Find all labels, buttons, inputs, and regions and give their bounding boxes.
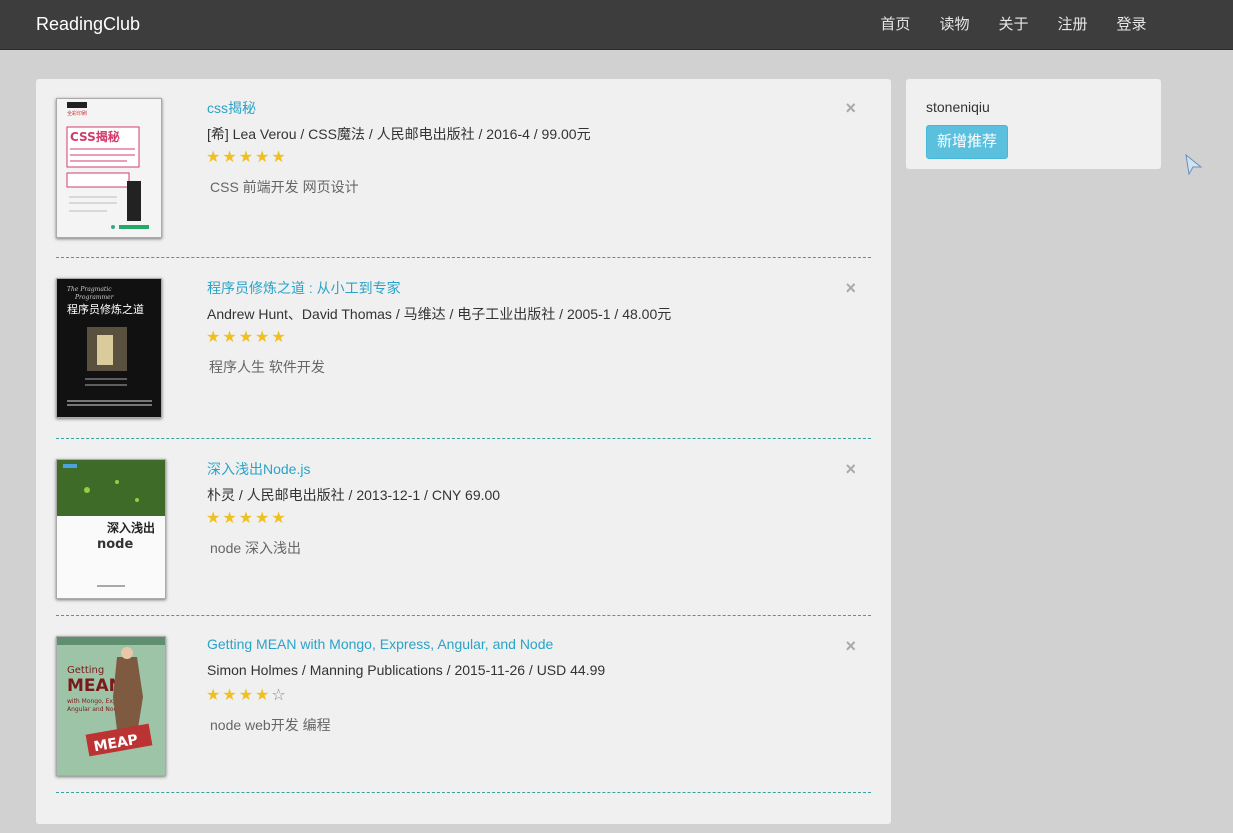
book-cover[interactable]: The Pragmatic Programmer 程序员修炼之道 bbox=[56, 278, 162, 418]
svg-text:Angular and Node: Angular and Node bbox=[67, 706, 121, 713]
book-meta: Simon Holmes / Manning Publications / 20… bbox=[207, 662, 606, 678]
remove-book-button[interactable]: × bbox=[845, 459, 856, 480]
cover-title-text: 程序员修炼之道 bbox=[67, 302, 144, 316]
book-tags: CSS 前端开发 网页设计 bbox=[210, 179, 359, 195]
add-recommendation-button[interactable]: 新增推荐 bbox=[926, 125, 1008, 159]
remove-book-button[interactable]: × bbox=[845, 278, 856, 299]
nav-links: 首页 读物 关于 注册 登录 bbox=[866, 0, 1161, 49]
book-title-link[interactable]: Getting MEAN with Mongo, Express, Angula… bbox=[207, 636, 553, 652]
remove-book-button[interactable]: × bbox=[845, 636, 856, 657]
svg-text:Getting: Getting bbox=[67, 665, 104, 676]
cover-title-text: CSS揭秘 bbox=[70, 129, 120, 144]
nav-register[interactable]: 注册 bbox=[1043, 0, 1102, 49]
remove-book-button[interactable]: × bbox=[845, 98, 856, 119]
rating-stars: ★★★★★ bbox=[206, 510, 288, 527]
book-title-link[interactable]: 程序员修炼之道 : 从小工到专家 bbox=[207, 278, 401, 298]
nav-books[interactable]: 读物 bbox=[925, 0, 984, 49]
book-tags: 程序人生 软件开发 bbox=[209, 359, 325, 375]
book-title-link[interactable]: 深入浅出Node.js bbox=[207, 459, 310, 479]
empty-star: ☆ bbox=[271, 687, 288, 704]
book-tags: node 深入浅出 bbox=[210, 540, 302, 556]
book-meta: Andrew Hunt、David Thomas / 马维达 / 电子工业出版社… bbox=[207, 306, 672, 322]
rating-stars: ★★★★★ bbox=[206, 329, 288, 346]
book-cover[interactable]: 深入浅出 node bbox=[56, 459, 166, 599]
cover-title-text: 深入浅出 bbox=[107, 520, 155, 535]
book-list-panel: 全彩印刷 CSS揭秘 css揭秘 [希] Lea Verou / CSS魔法 /… bbox=[36, 79, 891, 824]
book-cover[interactable]: 全彩印刷 CSS揭秘 bbox=[56, 98, 162, 238]
brand-logo[interactable]: ReadingClub bbox=[36, 14, 140, 35]
svg-text:全彩印刷: 全彩印刷 bbox=[67, 110, 87, 117]
navbar: ReadingClub 首页 读物 关于 注册 登录 bbox=[0, 0, 1233, 50]
svg-text:node: node bbox=[97, 537, 133, 552]
svg-text:The Pragmatic: The Pragmatic bbox=[67, 286, 112, 293]
nav-login[interactable]: 登录 bbox=[1102, 0, 1161, 49]
mouse-cursor-icon bbox=[1185, 153, 1203, 181]
rating-stars: ★★★★★ bbox=[206, 149, 288, 166]
divider bbox=[56, 438, 871, 439]
book-tags: node web开发 编程 bbox=[210, 717, 331, 733]
book-title-link[interactable]: css揭秘 bbox=[207, 98, 256, 118]
nav-home[interactable]: 首页 bbox=[866, 0, 925, 49]
user-sidebar: stoneniqiu 新增推荐 bbox=[906, 79, 1161, 169]
book-meta: [希] Lea Verou / CSS魔法 / 人民邮电出版社 / 2016-4… bbox=[207, 126, 591, 142]
rating-stars: ★★★★☆ bbox=[206, 687, 288, 704]
svg-text:Programmer: Programmer bbox=[74, 294, 115, 301]
divider bbox=[56, 792, 871, 793]
book-meta: 朴灵 / 人民邮电出版社 / 2013-12-1 / CNY 69.00 bbox=[207, 487, 501, 503]
username-label: stoneniqiu bbox=[926, 99, 990, 115]
divider bbox=[56, 257, 871, 258]
nav-about[interactable]: 关于 bbox=[984, 0, 1043, 49]
book-cover[interactable]: Getting MEAN with Mongo, Express, Angula… bbox=[56, 636, 166, 776]
divider bbox=[56, 615, 871, 616]
